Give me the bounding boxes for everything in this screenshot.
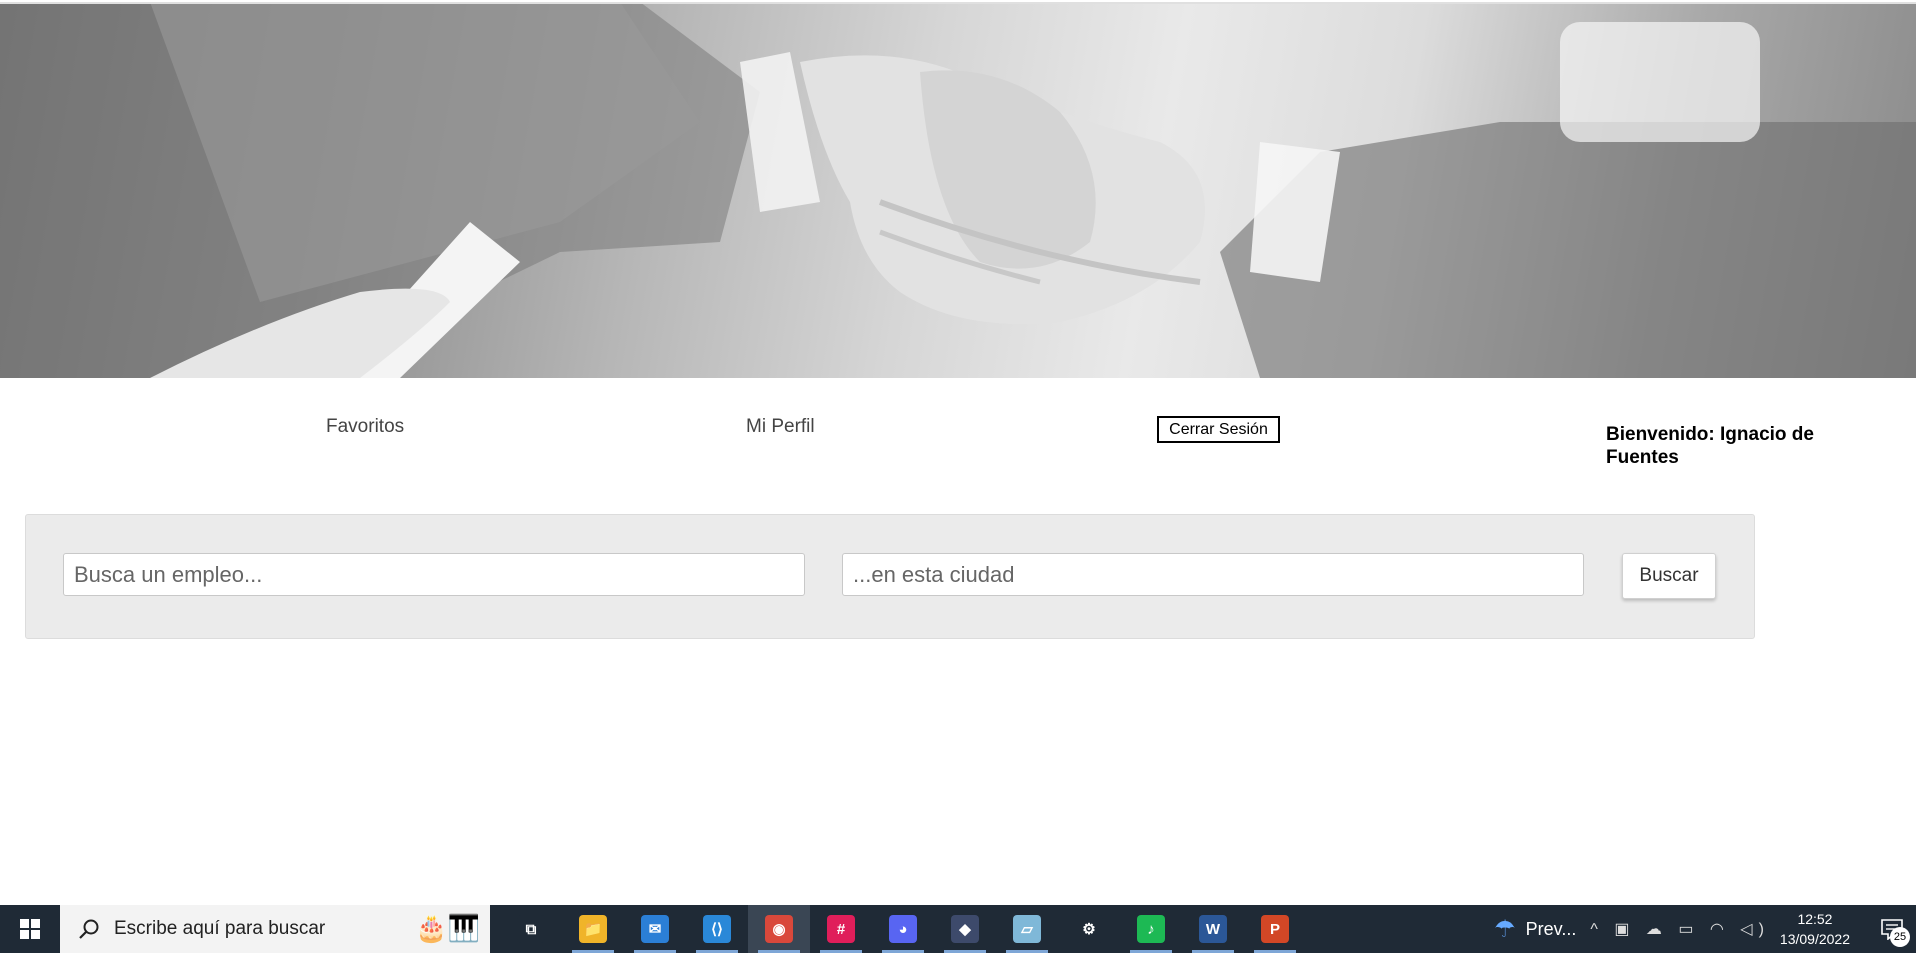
chrome-icon: ◉: [765, 915, 793, 943]
search-icon: [79, 919, 99, 939]
notification-center-button[interactable]: 25: [1868, 905, 1916, 953]
word-icon: W: [1199, 915, 1227, 943]
discord-icon: ◕: [889, 915, 917, 943]
taskbar-app-slack[interactable]: #: [810, 905, 872, 953]
taskbar-search-placeholder: Escribe aquí para buscar: [114, 918, 326, 939]
spotify-icon: ♪: [1137, 915, 1165, 943]
hero-top-line: [0, 2, 1916, 4]
mail-icon: ✉: [641, 915, 669, 943]
windows-logo-icon: [20, 919, 40, 939]
nav-favorites-link[interactable]: Favoritos: [326, 416, 404, 438]
hero-banner: [0, 2, 1916, 378]
taskbar-app-vscode[interactable]: ⟨⟩: [686, 905, 748, 953]
welcome-text: Bienvenido: Ignacio de Fuentes: [1606, 424, 1814, 468]
slack-icon: #: [827, 915, 855, 943]
powerpoint-icon: P: [1261, 915, 1289, 943]
clock-time: 12:52: [1797, 911, 1833, 927]
start-button[interactable]: [0, 905, 60, 953]
taskbar-apps: ⧉ 📁 ✉ ⟨⟩ ◉ # ◕ ◆ ▱ ⚙ ♪ W P: [500, 905, 1306, 953]
taskbar-app-powerpoint[interactable]: P: [1244, 905, 1306, 953]
search-highlights-icon: 🎂🎹: [415, 913, 480, 943]
search-panel: Buscar: [25, 514, 1755, 639]
taskbar-app-settings[interactable]: ⚙: [1058, 905, 1120, 953]
clock[interactable]: 12:52 13/09/2022: [1780, 909, 1850, 949]
city-search-input[interactable]: [842, 553, 1584, 596]
nav-profile-link[interactable]: Mi Perfil: [746, 416, 815, 438]
taskbar-app-file-explorer[interactable]: 📁: [562, 905, 624, 953]
taskbar-app-word[interactable]: W: [1182, 905, 1244, 953]
search-button[interactable]: Buscar: [1622, 553, 1716, 599]
taskbar-app-app[interactable]: ◆: [934, 905, 996, 953]
system-tray: ☂ Prev... ^ ▣ ☁ ▭ ◠ ◁) 12:52 13/09/2022 …: [1494, 905, 1916, 953]
weather-label: Prev...: [1525, 918, 1577, 939]
notification-count-badge: 25: [1890, 927, 1910, 947]
file-explorer-icon: 📁: [579, 915, 607, 943]
taskbar-app-mail[interactable]: ✉: [624, 905, 686, 953]
settings-icon: ⚙: [1075, 915, 1103, 943]
vscode-icon: ⟨⟩: [703, 915, 731, 943]
system-tray-icons[interactable]: ^ ▣ ☁ ▭ ◠ ◁): [1590, 919, 1770, 939]
taskbar-app-discord[interactable]: ◕: [872, 905, 934, 953]
page: Favoritos Mi Perfil Cerrar Sesión Bienve…: [0, 0, 1916, 953]
taskbar-search-box[interactable]: Escribe aquí para buscar 🎂🎹: [60, 905, 490, 953]
taskbar-app-task-view[interactable]: ⧉: [500, 905, 562, 953]
job-search-input[interactable]: [63, 553, 805, 596]
clock-date: 13/09/2022: [1779, 931, 1850, 947]
logout-button[interactable]: Cerrar Sesión: [1157, 416, 1280, 443]
taskbar-app-notes[interactable]: ▱: [996, 905, 1058, 953]
weather-widget[interactable]: ☂ Prev...: [1494, 915, 1576, 944]
taskbar-app-chrome[interactable]: ◉: [748, 905, 810, 953]
handshake-image: [0, 2, 1916, 378]
notes-icon: ▱: [1013, 915, 1041, 943]
taskbar-app-spotify[interactable]: ♪: [1120, 905, 1182, 953]
taskbar: Escribe aquí para buscar 🎂🎹 ⧉ 📁 ✉ ⟨⟩ ◉ # ◕ ◆ ▱ ⚙ ♪…: [0, 905, 1916, 953]
app-icon: ◆: [951, 915, 979, 943]
task-view-icon: ⧉: [517, 915, 545, 943]
umbrella-icon: ☂: [1494, 915, 1516, 943]
